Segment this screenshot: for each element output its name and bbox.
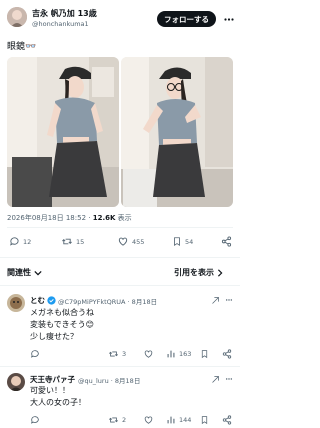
reply-header: 天王寺パァ子 @qu_luru · 8月18日	[30, 374, 140, 385]
like-count: 455	[132, 237, 145, 246]
grok-icon[interactable]	[210, 295, 220, 305]
views-chart-icon	[167, 350, 175, 358]
heart-icon	[118, 237, 128, 246]
more-options-icon[interactable]	[222, 11, 236, 27]
post-photo-1[interactable]	[7, 57, 119, 207]
view-quotes-link[interactable]: 引用を表示	[174, 267, 223, 278]
more-options-icon[interactable]	[224, 374, 234, 384]
retweet-button[interactable]: 3	[108, 349, 126, 359]
reply-text-line: 大人の女の子！	[30, 398, 86, 407]
bookmark-icon	[201, 350, 208, 359]
reply-icon	[10, 237, 19, 246]
reply-header: とむ @C79pMiPYFktQRUA · 8月18日	[30, 295, 157, 306]
retweet-button[interactable]: 2	[108, 415, 126, 425]
reply-button[interactable]	[30, 349, 40, 359]
like-button[interactable]	[143, 349, 154, 359]
reply-avatar[interactable]	[7, 294, 25, 312]
divider	[7, 227, 233, 228]
bookmark-count: 54	[185, 237, 194, 246]
post-text: 眼鏡👓	[7, 42, 37, 52]
like-button[interactable]: 455	[117, 236, 144, 247]
reply-icon	[31, 350, 39, 358]
share-icon	[222, 349, 232, 359]
chevron-right-icon	[217, 268, 223, 277]
reply-text-line: 少し痩せた？	[30, 332, 78, 341]
share-button[interactable]	[220, 235, 232, 247]
reply-text-line: 変装もできそう😊	[30, 320, 95, 329]
retweet-count: 15	[76, 237, 85, 246]
chevron-down-icon	[34, 270, 42, 275]
follow-button[interactable]: フォローする	[157, 11, 216, 27]
author-handle[interactable]: @honchankuma1	[32, 20, 89, 28]
reply-button[interactable]	[30, 415, 40, 425]
share-button[interactable]	[222, 349, 232, 359]
post-meta: 2026年08月18日 18:52 · 12.6K 表示	[7, 213, 132, 223]
views-button[interactable]: 163	[166, 349, 191, 359]
retweet-icon	[62, 238, 72, 245]
more-options-icon[interactable]	[224, 295, 234, 305]
reply-author-name[interactable]: 天王寺パァ子	[30, 374, 75, 385]
retweet-count: 3	[122, 350, 127, 358]
reply-text-line: メガネも似合うね	[30, 308, 94, 317]
view-count: 144	[179, 416, 192, 424]
verified-badge-icon	[47, 296, 56, 305]
divider	[0, 257, 240, 258]
views-button[interactable]: 144	[166, 415, 191, 425]
reply-author-handle[interactable]: @C79pMiPYFktQRUA · 8月18日	[58, 296, 157, 306]
relevance-sort-label[interactable]: 関連性	[7, 267, 42, 278]
reply-text: 可愛い！！ 大人の女の子！	[30, 385, 86, 409]
heart-icon	[144, 416, 153, 424]
divider	[0, 285, 240, 286]
heart-icon	[144, 350, 153, 358]
reply-avatar[interactable]	[7, 373, 25, 391]
bookmark-button[interactable]: 54	[172, 236, 193, 247]
retweet-count: 2	[122, 416, 127, 424]
bookmark-icon	[201, 416, 208, 425]
share-icon	[221, 235, 231, 247]
reply-button[interactable]: 12	[9, 236, 31, 247]
reply-text-line: 可愛い！！	[30, 386, 70, 395]
author-name[interactable]: 吉永 帆乃加 13歳	[32, 8, 97, 19]
divider	[0, 366, 240, 367]
views-label: 表示	[115, 214, 132, 222]
post-timestamp: 2026年08月18日 18:52 ·	[7, 214, 93, 222]
bookmark-button[interactable]	[200, 415, 209, 425]
views-chart-icon	[167, 416, 175, 424]
reply-count: 12	[23, 237, 32, 246]
views-count: 12.6K	[92, 214, 116, 222]
bookmark-icon	[174, 237, 180, 247]
retweet-button[interactable]: 15	[61, 236, 84, 247]
post-photo-2[interactable]	[121, 57, 233, 207]
bookmark-button[interactable]	[200, 349, 209, 359]
author-avatar[interactable]	[7, 7, 27, 27]
view-count: 163	[179, 350, 192, 358]
reply-icon	[31, 416, 39, 424]
share-button[interactable]	[222, 415, 232, 425]
like-button[interactable]	[143, 415, 154, 425]
reply-author-handle[interactable]: @qu_luru · 8月18日	[78, 375, 140, 385]
retweet-icon	[109, 351, 118, 357]
retweet-icon	[109, 417, 118, 423]
reply-author-name[interactable]: とむ	[30, 295, 45, 306]
reply-text: メガネも似合うね 変装もできそう😊 少し痩せた？	[30, 307, 94, 343]
grok-icon[interactable]	[210, 374, 220, 384]
share-icon	[222, 415, 232, 425]
